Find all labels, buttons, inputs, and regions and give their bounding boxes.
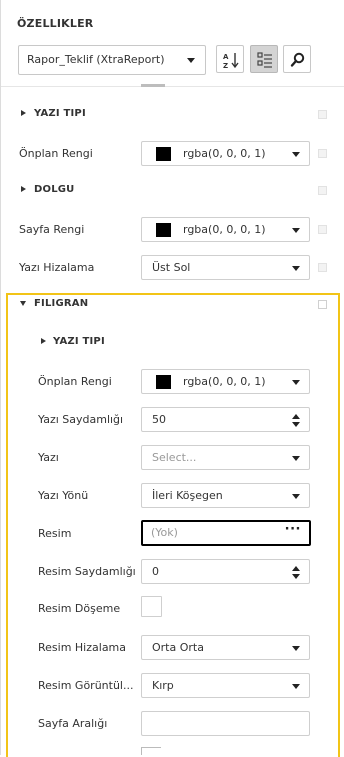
categorized-view-button[interactable] [250, 45, 278, 73]
report-selector[interactable]: Rapor_Teklif (XtraReport) [18, 45, 206, 75]
chevron-down-icon [292, 646, 300, 651]
spinner-value: 50 [152, 413, 166, 426]
row-label-resim-doseme: Resim Döşeme [38, 602, 121, 615]
yazi-yonu-select[interactable]: İleri Köşegen [141, 483, 310, 508]
chevron-down-icon [292, 266, 300, 271]
scroll-grip[interactable] [141, 84, 165, 87]
next-row-edge [141, 747, 161, 755]
resim-saydamligi-spinner[interactable]: 0 [141, 559, 310, 584]
property-marker [318, 225, 327, 234]
row-label-sayfa-araligi: Sayfa Aralığı [38, 717, 108, 730]
yazi-saydamligi-spinner[interactable]: 50 [141, 407, 310, 432]
chevron-down-icon [292, 152, 300, 157]
search-button[interactable] [283, 45, 311, 73]
resim-value: (Yok) [151, 526, 178, 539]
browse-ellipsis-button[interactable]: ··· [285, 519, 301, 540]
property-marker [318, 186, 327, 195]
chevron-down-icon [292, 228, 300, 233]
property-marker [318, 263, 327, 272]
spin-down-icon[interactable] [292, 422, 300, 427]
resim-goruntuleme-select[interactable]: Kırp [141, 673, 310, 698]
row-label-resim: Resim [38, 527, 72, 540]
row-label-resim-goruntuleme: Resim Görüntül... [38, 679, 134, 692]
spin-down-icon[interactable] [292, 574, 300, 579]
row-label-yazi-yonu: Yazı Yönü [38, 489, 89, 502]
section-label: FILIGRAN [34, 298, 89, 309]
sayfa-rengi-picker[interactable]: rgba(0, 0, 0, 1) [141, 217, 310, 242]
row-label-yazi-saydamligi: Yazı Saydamlığı [38, 413, 124, 426]
chevron-down-icon [292, 456, 300, 461]
property-marker [318, 300, 327, 309]
resim-picker[interactable]: (Yok) ··· [141, 520, 311, 546]
chevron-down-icon [292, 380, 300, 385]
row-label-wm-onplan-rengi: Önplan Rengi [38, 375, 112, 388]
color-value: rgba(0, 0, 0, 1) [183, 375, 266, 388]
spin-up-icon[interactable] [292, 414, 300, 419]
property-marker [318, 110, 327, 119]
yazi-select[interactable]: Select... [141, 445, 310, 470]
expand-icon [21, 110, 26, 116]
row-label-onplan-rengi: Önplan Rengi [19, 147, 93, 160]
row-label-resim-saydamligi: Resim Saydamlığı [38, 565, 136, 578]
sayfa-araligi-input[interactable] [141, 711, 310, 736]
color-value: rgba(0, 0, 0, 1) [183, 147, 266, 160]
collapse-icon [20, 301, 26, 306]
resim-doseme-checkbox[interactable] [141, 596, 162, 617]
chevron-down-icon [187, 58, 195, 63]
row-label-yazi-hizalama: Yazı Hizalama [19, 261, 95, 274]
select-value: Orta Orta [152, 641, 204, 654]
resim-hizalama-select[interactable]: Orta Orta [141, 635, 310, 660]
spin-up-icon[interactable] [292, 566, 300, 571]
select-value: Üst Sol [152, 261, 191, 274]
yazi-hizalama-select[interactable]: Üst Sol [141, 255, 310, 280]
color-value: rgba(0, 0, 0, 1) [183, 223, 266, 236]
chevron-down-icon [292, 684, 300, 689]
section-label: YAZI TIPI [34, 108, 86, 119]
categorized-list-icon [257, 52, 272, 68]
color-swatch [156, 375, 171, 389]
select-value: Kırp [152, 679, 174, 692]
onplan-rengi-picker[interactable]: rgba(0, 0, 0, 1) [141, 141, 310, 166]
row-label-yazi: Yazı [38, 451, 59, 464]
row-label-sayfa-rengi: Sayfa Rengi [19, 223, 85, 236]
search-icon [290, 52, 305, 67]
select-value: İleri Köşegen [152, 489, 223, 502]
section-label: DOLGU [34, 184, 75, 195]
sort-az-icon: A Z [223, 53, 239, 69]
divider [1, 86, 344, 87]
report-selector-value: Rapor_Teklif (XtraReport) [27, 53, 165, 66]
spinner-value: 0 [152, 565, 159, 578]
property-marker [318, 149, 327, 158]
color-swatch [156, 147, 171, 161]
svg-text:A: A [223, 53, 229, 61]
chevron-down-icon [292, 494, 300, 499]
color-swatch [156, 223, 171, 237]
sort-alphabetical-button[interactable]: A Z [216, 45, 244, 73]
svg-text:Z: Z [223, 62, 228, 69]
panel-title: ÖZELLIKLER [17, 17, 94, 30]
section-label: YAZI TIPI [53, 336, 105, 347]
expand-icon [41, 338, 46, 344]
row-label-resim-hizalama: Resim Hizalama [38, 641, 127, 654]
properties-panel: ÖZELLIKLER Rapor_Teklif (XtraReport) A Z [0, 0, 344, 757]
expand-icon [21, 186, 26, 192]
select-placeholder: Select... [152, 451, 197, 464]
wm-onplan-rengi-picker[interactable]: rgba(0, 0, 0, 1) [141, 369, 310, 394]
